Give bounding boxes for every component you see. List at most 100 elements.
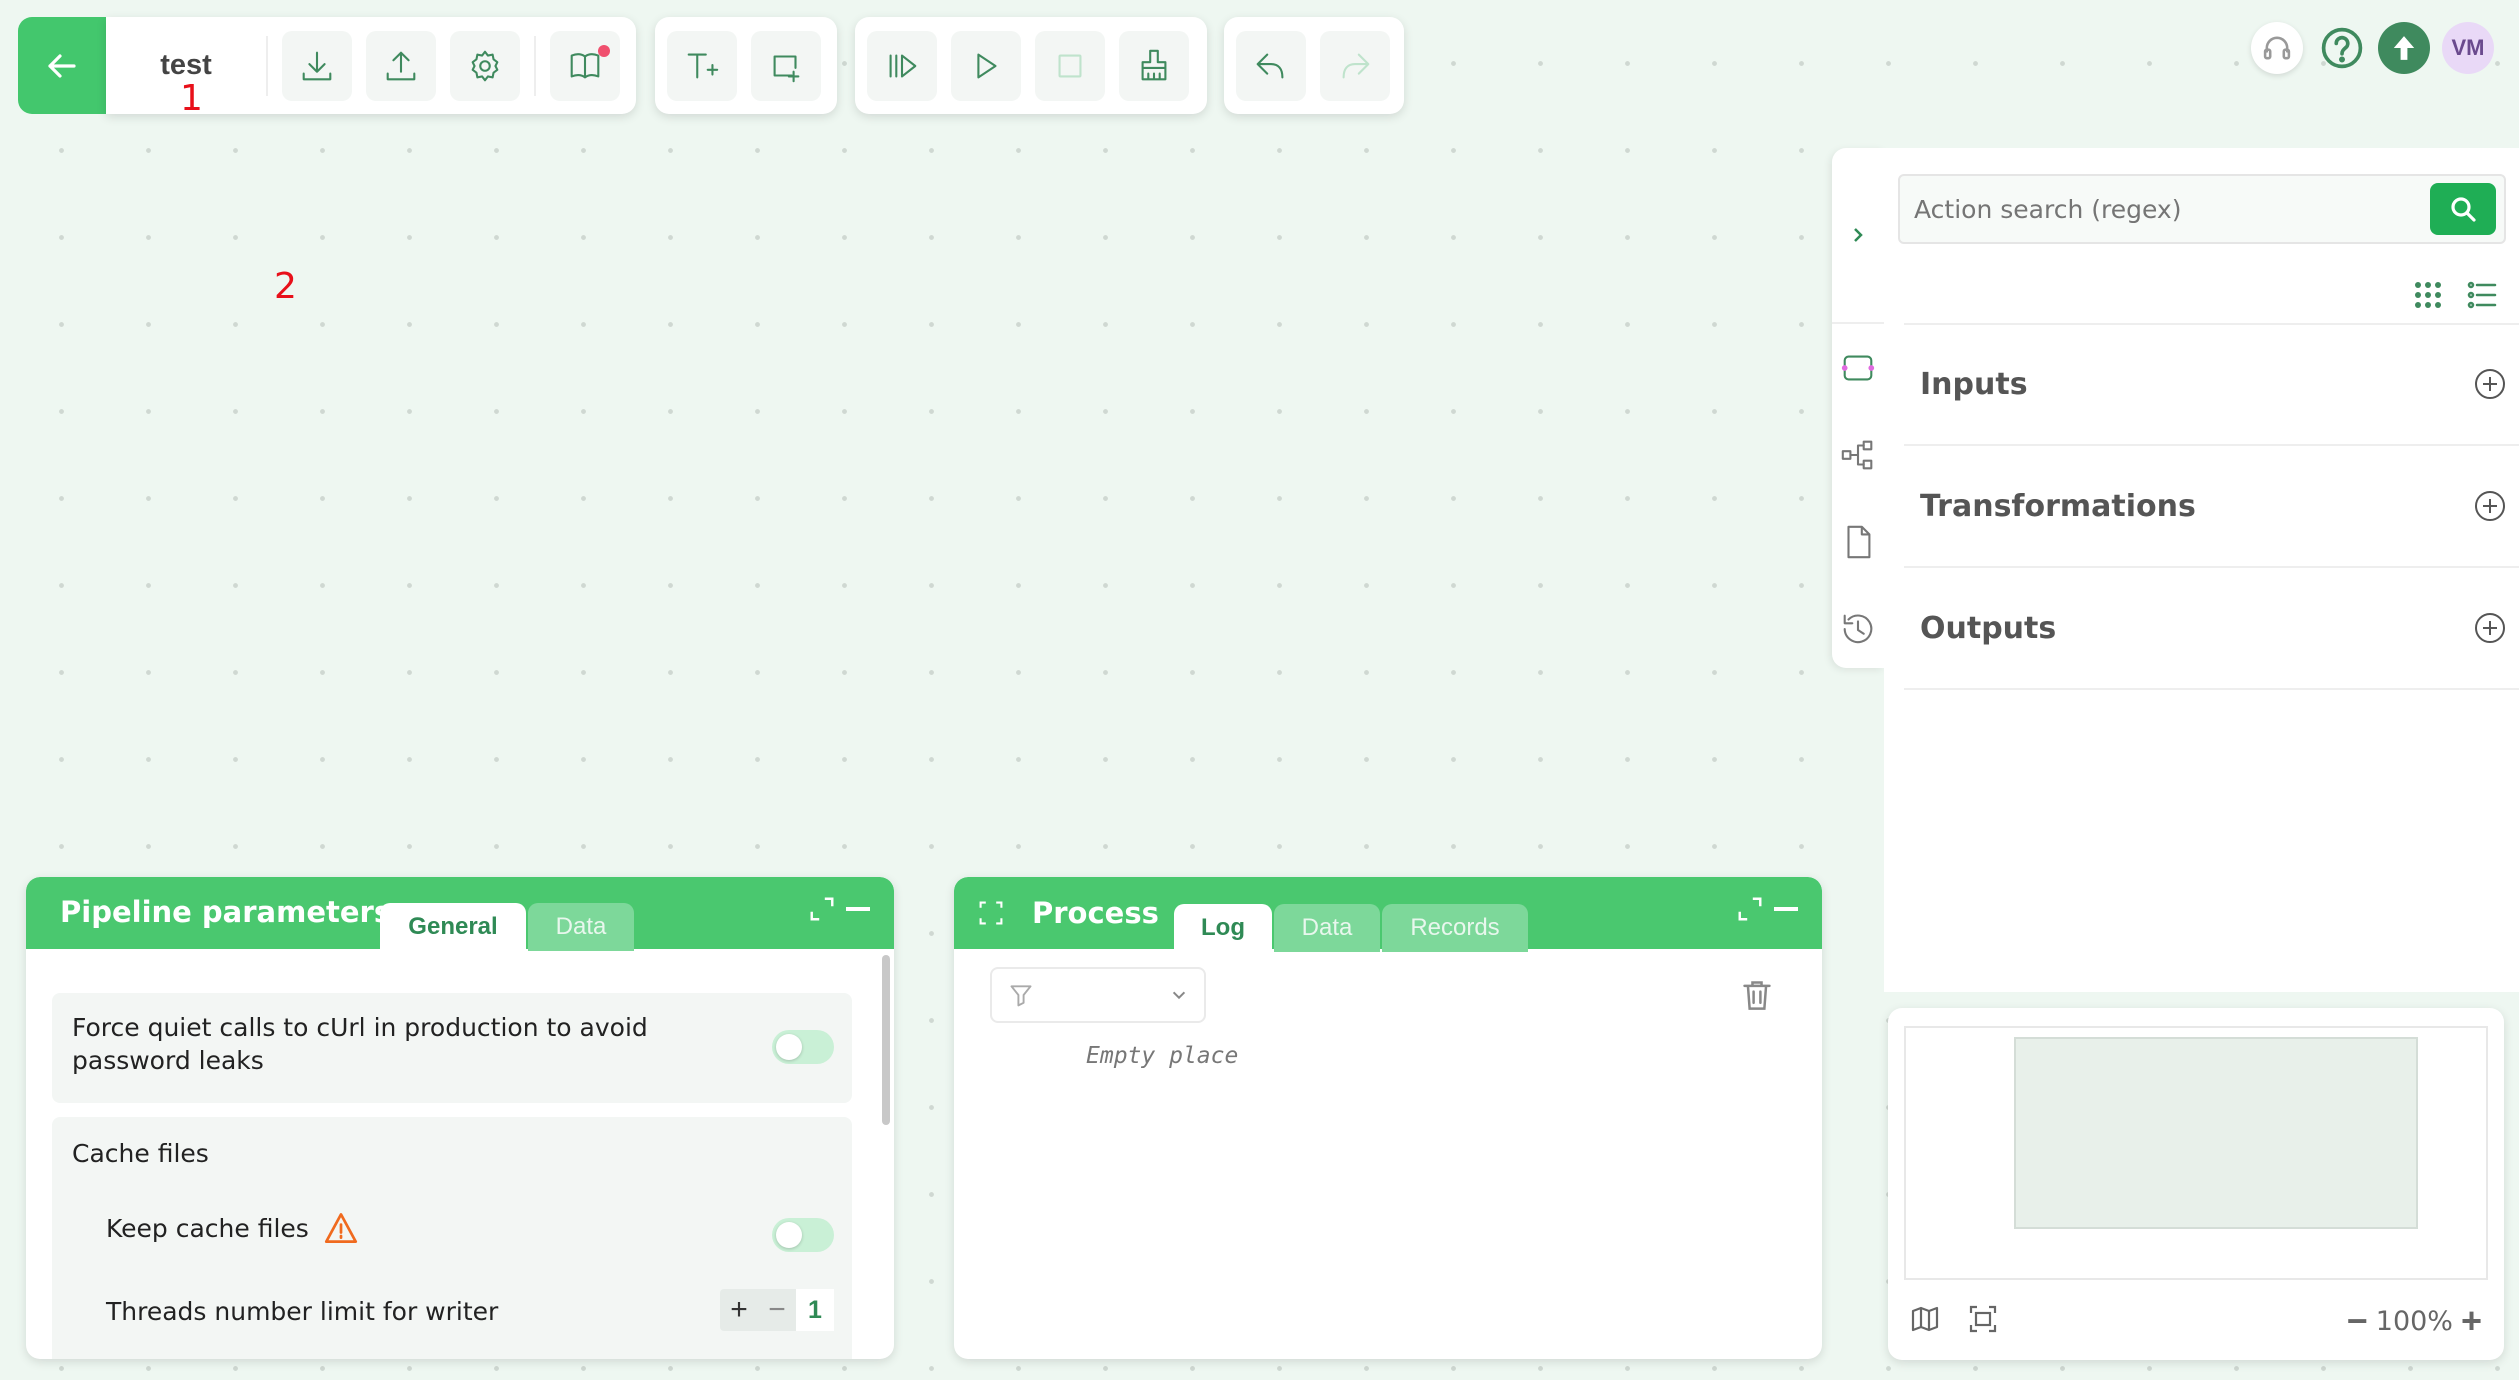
history-toolbar bbox=[1224, 17, 1404, 114]
minimize-process-icon[interactable] bbox=[1774, 907, 1798, 911]
threads-limit-label: Threads number limit for writer bbox=[106, 1297, 499, 1326]
run-toolbar bbox=[855, 17, 1207, 114]
scrollbar[interactable] bbox=[882, 955, 890, 1125]
help-button[interactable] bbox=[2316, 22, 2368, 74]
chevron-down-icon bbox=[1172, 991, 1186, 1000]
zoom-level: 100% bbox=[2375, 1305, 2453, 1337]
expand-icon[interactable] bbox=[808, 895, 836, 923]
expand-process-icon[interactable] bbox=[1736, 895, 1764, 923]
stop-icon bbox=[1058, 54, 1082, 77]
cache-files-label: Cache files bbox=[72, 1139, 209, 1168]
broom-icon bbox=[1141, 49, 1167, 80]
minimap[interactable] bbox=[1904, 1026, 2488, 1280]
pipeline-params-title: Pipeline parameters bbox=[60, 895, 392, 929]
tab-graph[interactable] bbox=[1832, 411, 1884, 498]
download-icon bbox=[302, 51, 332, 80]
undo-button[interactable] bbox=[1236, 30, 1306, 101]
minimap-viewport[interactable] bbox=[2014, 1037, 2418, 1229]
add-frame-icon bbox=[773, 54, 800, 82]
add-output-icon[interactable] bbox=[2475, 613, 2505, 643]
pipeline-title[interactable]: test bbox=[160, 49, 212, 81]
collapse-button[interactable] bbox=[1832, 148, 1884, 324]
section-inputs-title: Inputs bbox=[1920, 366, 2028, 402]
support-button[interactable] bbox=[2251, 22, 2303, 74]
minimize-icon[interactable] bbox=[846, 907, 870, 911]
filter-icon bbox=[1010, 985, 1032, 1007]
add-text-button[interactable] bbox=[667, 30, 737, 101]
tab-log[interactable]: Log bbox=[1174, 904, 1272, 952]
threads-value[interactable]: 1 bbox=[796, 1289, 834, 1331]
add-text-icon bbox=[687, 53, 719, 78]
minimap-panel: − 100% + bbox=[1888, 1008, 2504, 1360]
list-view-icon[interactable] bbox=[2467, 280, 2497, 310]
back-button[interactable] bbox=[18, 17, 106, 114]
tab-general[interactable]: General bbox=[380, 903, 526, 951]
warning-icon bbox=[324, 1213, 357, 1243]
map-icon[interactable] bbox=[1910, 1304, 1940, 1334]
tab-process-data[interactable]: Data bbox=[1274, 904, 1380, 952]
undo-icon bbox=[1256, 53, 1284, 78]
trash-icon[interactable] bbox=[1740, 977, 1774, 1013]
log-filter-select[interactable] bbox=[990, 967, 1206, 1023]
headset-icon bbox=[2263, 36, 2291, 60]
section-outputs[interactable]: Outputs bbox=[1904, 568, 2519, 690]
tab-documents[interactable] bbox=[1832, 498, 1884, 585]
clear-button[interactable] bbox=[1119, 30, 1189, 101]
zoom-out-icon[interactable]: − bbox=[2347, 1300, 2368, 1342]
fit-view-icon[interactable] bbox=[1966, 1304, 2000, 1334]
param-cache-files: Cache files Keep cache files Threads num… bbox=[52, 1117, 852, 1359]
graph-icon bbox=[1841, 440, 1873, 469]
keep-cache-label: Keep cache files bbox=[106, 1213, 309, 1243]
upload-icon bbox=[386, 51, 416, 80]
actions-panel: Inputs Transformations Outputs bbox=[1884, 148, 2519, 992]
arrow-up-icon bbox=[2393, 36, 2415, 60]
arrow-left-icon bbox=[48, 53, 76, 78]
tab-history[interactable] bbox=[1832, 585, 1884, 672]
notification-dot bbox=[598, 44, 610, 57]
section-outputs-title: Outputs bbox=[1920, 610, 2057, 646]
play-button[interactable] bbox=[951, 30, 1021, 101]
process-panel: Process Log Data Records Empty place bbox=[954, 877, 1822, 1359]
search-icon bbox=[2451, 197, 2476, 222]
deploy-button[interactable] bbox=[2378, 22, 2430, 74]
add-toolbar bbox=[655, 17, 837, 114]
search-button[interactable] bbox=[2430, 183, 2496, 235]
process-title: Process bbox=[1032, 896, 1159, 930]
avatar-initials: VM bbox=[2451, 35, 2485, 60]
question-icon bbox=[2321, 27, 2363, 69]
fullscreen-icon[interactable] bbox=[978, 900, 1004, 926]
chevron-right-icon bbox=[1854, 228, 1863, 242]
decrement-icon[interactable]: − bbox=[758, 1293, 796, 1327]
tab-records[interactable]: Records bbox=[1382, 904, 1528, 952]
add-frame-button[interactable] bbox=[751, 30, 821, 101]
run-step-button[interactable] bbox=[867, 30, 937, 101]
node-icon bbox=[1841, 355, 1875, 380]
section-inputs[interactable]: Inputs bbox=[1904, 324, 2519, 446]
section-transformations[interactable]: Transformations bbox=[1904, 446, 2519, 568]
zoom-in-icon[interactable]: + bbox=[2461, 1300, 2482, 1342]
grid-view-icon[interactable] bbox=[2413, 280, 2443, 310]
annotation-2: 2 bbox=[274, 266, 297, 307]
add-input-icon[interactable] bbox=[2475, 369, 2505, 399]
settings-button[interactable] bbox=[450, 30, 520, 101]
docs-button[interactable] bbox=[550, 30, 620, 101]
tab-actions[interactable] bbox=[1832, 324, 1884, 411]
keep-cache-toggle[interactable] bbox=[772, 1218, 834, 1252]
avatar[interactable]: VM bbox=[2442, 22, 2494, 74]
force-quiet-toggle[interactable] bbox=[772, 1030, 834, 1064]
action-search bbox=[1898, 174, 2506, 244]
tab-data[interactable]: Data bbox=[528, 903, 634, 951]
upload-button[interactable] bbox=[366, 30, 436, 101]
param-force-quiet-label: Force quiet calls to cUrl in production … bbox=[72, 1013, 648, 1075]
increment-icon[interactable]: + bbox=[720, 1293, 758, 1327]
gear-icon bbox=[471, 50, 499, 81]
param-force-quiet: Force quiet calls to cUrl in production … bbox=[52, 993, 852, 1103]
redo-icon bbox=[1342, 53, 1370, 78]
stop-button[interactable] bbox=[1035, 30, 1105, 101]
play-icon bbox=[977, 53, 997, 78]
add-transformation-icon[interactable] bbox=[2475, 491, 2505, 521]
action-search-input[interactable] bbox=[1900, 176, 2430, 242]
download-button[interactable] bbox=[282, 30, 352, 101]
redo-button[interactable] bbox=[1320, 30, 1390, 101]
side-tabs bbox=[1832, 148, 1884, 668]
